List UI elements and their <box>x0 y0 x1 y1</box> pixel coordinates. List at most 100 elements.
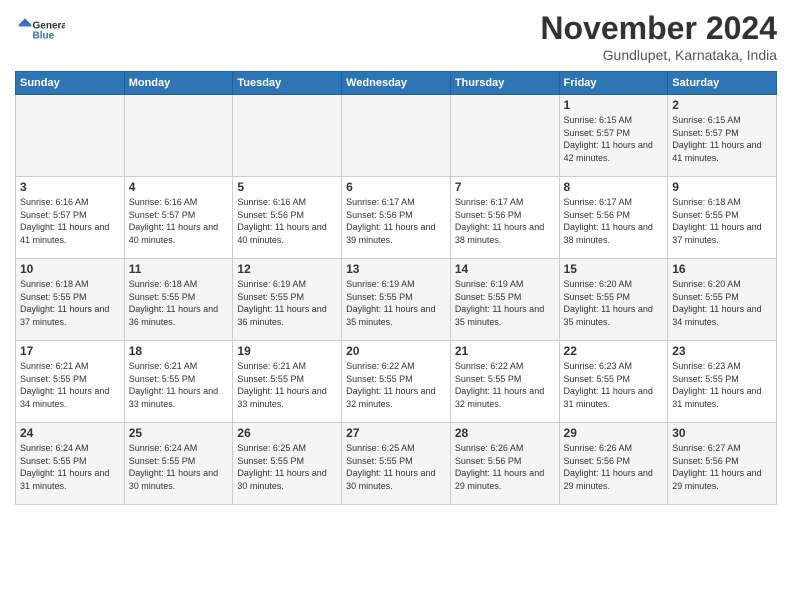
day-info: Sunrise: 6:16 AMSunset: 5:56 PMDaylight:… <box>237 196 337 246</box>
weekday-header: Sunday <box>16 72 125 95</box>
calendar-day-cell: 26Sunrise: 6:25 AMSunset: 5:55 PMDayligh… <box>233 423 342 505</box>
calendar-table: SundayMondayTuesdayWednesdayThursdayFrid… <box>15 71 777 505</box>
calendar-day-cell <box>16 95 125 177</box>
day-info: Sunrise: 6:18 AMSunset: 5:55 PMDaylight:… <box>672 196 772 246</box>
calendar-day-cell: 18 Sunrise: 6:21 AMSunset: 5:55 PMDayligh… <box>124 341 233 423</box>
day-number: 27 <box>346 426 446 440</box>
day-number: 5 <box>237 180 337 194</box>
calendar-day-cell: 8 Sunrise: 6:17 AMSunset: 5:56 PMDaylight… <box>559 177 668 259</box>
day-number: 2 <box>672 98 772 112</box>
weekday-header: Monday <box>124 72 233 95</box>
day-info: Sunrise: 6:23 AMSunset: 5:55 PMDaylight:… <box>672 360 772 410</box>
day-number: 28 <box>455 426 555 440</box>
day-info: Sunrise: 6:26 AMSunset: 5:56 PMDaylight:… <box>455 442 555 492</box>
calendar-day-cell: 2 Sunrise: 6:15 AMSunset: 5:57 PMDaylight… <box>668 95 777 177</box>
day-number: 22 <box>564 344 664 358</box>
day-info: Sunrise: 6:25 AMSunset: 5:55 PMDaylight:… <box>346 442 446 492</box>
calendar-day-cell: 9 Sunrise: 6:18 AMSunset: 5:55 PMDaylight… <box>668 177 777 259</box>
day-info: Sunrise: 6:27 AMSunset: 5:56 PMDaylight:… <box>672 442 772 492</box>
day-number: 16 <box>672 262 772 276</box>
day-number: 23 <box>672 344 772 358</box>
day-info: Sunrise: 6:20 AMSunset: 5:55 PMDaylight:… <box>672 278 772 328</box>
calendar-day-cell: 25 Sunrise: 6:24 AMSunset: 5:55 PMDayligh… <box>124 423 233 505</box>
day-number: 12 <box>237 262 337 276</box>
day-info: Sunrise: 6:17 AMSunset: 5:56 PMDaylight:… <box>346 196 446 246</box>
day-number: 20 <box>346 344 446 358</box>
calendar-day-cell: 12 Sunrise: 6:19 AMSunset: 5:55 PMDayligh… <box>233 259 342 341</box>
day-number: 11 <box>129 262 229 276</box>
day-info: Sunrise: 6:24 AMSunset: 5:55 PMDaylight:… <box>129 442 229 492</box>
day-number: 19 <box>237 344 337 358</box>
day-info: Sunrise: 6:19 AMSunset: 5:55 PMDaylight:… <box>237 278 337 328</box>
title-block: November 2024 Gundlupet, Karnataka, Indi… <box>540 10 777 63</box>
calendar-week-row: 24 Sunrise: 6:24 AMSunset: 5:55 PMDayligh… <box>16 423 777 505</box>
day-number: 9 <box>672 180 772 194</box>
calendar-day-cell: 16 Sunrise: 6:20 AMSunset: 5:55 PMDayligh… <box>668 259 777 341</box>
calendar-day-cell <box>233 95 342 177</box>
calendar-week-row: 17 Sunrise: 6:21 AMSunset: 5:55 PMDayligh… <box>16 341 777 423</box>
calendar-day-cell: 6 Sunrise: 6:17 AMSunset: 5:56 PMDaylight… <box>342 177 451 259</box>
calendar-day-cell: 20 Sunrise: 6:22 AMSunset: 5:55 PMDayligh… <box>342 341 451 423</box>
weekday-header: Tuesday <box>233 72 342 95</box>
day-info: Sunrise: 6:16 AMSunset: 5:57 PMDaylight:… <box>129 196 229 246</box>
calendar-day-cell: 30 Sunrise: 6:27 AMSunset: 5:56 PMDayligh… <box>668 423 777 505</box>
calendar-day-cell: 21 Sunrise: 6:22 AMSunset: 5:55 PMDayligh… <box>450 341 559 423</box>
calendar-day-cell: 13Sunrise: 6:19 AMSunset: 5:55 PMDayligh… <box>342 259 451 341</box>
location-subtitle: Gundlupet, Karnataka, India <box>540 47 777 63</box>
calendar-day-cell: 17 Sunrise: 6:21 AMSunset: 5:55 PMDayligh… <box>16 341 125 423</box>
day-number: 10 <box>20 262 120 276</box>
day-number: 25 <box>129 426 229 440</box>
day-info: Sunrise: 6:17 AMSunset: 5:56 PMDaylight:… <box>564 196 664 246</box>
day-number: 24 <box>20 426 120 440</box>
calendar-week-row: 3 Sunrise: 6:16 AMSunset: 5:57 PMDaylight… <box>16 177 777 259</box>
day-info: Sunrise: 6:18 AMSunset: 5:55 PMDaylight:… <box>129 278 229 328</box>
weekday-header: Saturday <box>668 72 777 95</box>
logo-svg: General Blue <box>15 10 65 48</box>
day-info: Sunrise: 6:25 AMSunset: 5:55 PMDaylight:… <box>237 442 337 492</box>
day-info: Sunrise: 6:23 AMSunset: 5:55 PMDaylight:… <box>564 360 664 410</box>
calendar-week-row: 1Sunrise: 6:15 AMSunset: 5:57 PMDaylight… <box>16 95 777 177</box>
calendar-day-cell: 27 Sunrise: 6:25 AMSunset: 5:55 PMDayligh… <box>342 423 451 505</box>
day-number: 7 <box>455 180 555 194</box>
logo: General Blue <box>15 10 65 48</box>
page-container: General Blue November 2024 Gundlupet, Ka… <box>0 0 792 515</box>
day-info: Sunrise: 6:22 AMSunset: 5:55 PMDaylight:… <box>455 360 555 410</box>
day-number: 18 <box>129 344 229 358</box>
svg-text:General: General <box>33 20 66 31</box>
day-number: 15 <box>564 262 664 276</box>
day-info: Sunrise: 6:18 AMSunset: 5:55 PMDaylight:… <box>20 278 120 328</box>
day-info: Sunrise: 6:21 AMSunset: 5:55 PMDaylight:… <box>129 360 229 410</box>
day-number: 8 <box>564 180 664 194</box>
day-number: 17 <box>20 344 120 358</box>
calendar-day-cell: 5 Sunrise: 6:16 AMSunset: 5:56 PMDaylight… <box>233 177 342 259</box>
day-info: Sunrise: 6:22 AMSunset: 5:55 PMDaylight:… <box>346 360 446 410</box>
svg-text:Blue: Blue <box>33 30 55 41</box>
calendar-day-cell <box>342 95 451 177</box>
day-info: Sunrise: 6:19 AMSunset: 5:55 PMDaylight:… <box>455 278 555 328</box>
day-number: 21 <box>455 344 555 358</box>
calendar-day-cell: 1Sunrise: 6:15 AMSunset: 5:57 PMDaylight… <box>559 95 668 177</box>
calendar-day-cell: 15 Sunrise: 6:20 AMSunset: 5:55 PMDayligh… <box>559 259 668 341</box>
weekday-header-row: SundayMondayTuesdayWednesdayThursdayFrid… <box>16 72 777 95</box>
day-info: Sunrise: 6:15 AMSunset: 5:57 PMDaylight:… <box>564 114 664 164</box>
calendar-day-cell: 23 Sunrise: 6:23 AMSunset: 5:55 PMDayligh… <box>668 341 777 423</box>
day-number: 3 <box>20 180 120 194</box>
calendar-day-cell: 7Sunrise: 6:17 AMSunset: 5:56 PMDaylight… <box>450 177 559 259</box>
calendar-day-cell: 19 Sunrise: 6:21 AMSunset: 5:55 PMDayligh… <box>233 341 342 423</box>
day-number: 30 <box>672 426 772 440</box>
weekday-header: Wednesday <box>342 72 451 95</box>
day-info: Sunrise: 6:21 AMSunset: 5:55 PMDaylight:… <box>237 360 337 410</box>
calendar-day-cell: 11 Sunrise: 6:18 AMSunset: 5:55 PMDayligh… <box>124 259 233 341</box>
day-info: Sunrise: 6:19 AMSunset: 5:55 PMDaylight:… <box>346 278 446 328</box>
calendar-day-cell: 14Sunrise: 6:19 AMSunset: 5:55 PMDayligh… <box>450 259 559 341</box>
calendar-day-cell: 22 Sunrise: 6:23 AMSunset: 5:55 PMDayligh… <box>559 341 668 423</box>
day-info: Sunrise: 6:20 AMSunset: 5:55 PMDaylight:… <box>564 278 664 328</box>
day-info: Sunrise: 6:21 AMSunset: 5:55 PMDaylight:… <box>20 360 120 410</box>
day-info: Sunrise: 6:15 AMSunset: 5:57 PMDaylight:… <box>672 114 772 164</box>
month-title: November 2024 <box>540 10 777 47</box>
calendar-week-row: 10 Sunrise: 6:18 AMSunset: 5:55 PMDayligh… <box>16 259 777 341</box>
day-number: 6 <box>346 180 446 194</box>
day-info: Sunrise: 6:16 AMSunset: 5:57 PMDaylight:… <box>20 196 120 246</box>
calendar-day-cell <box>124 95 233 177</box>
calendar-day-cell <box>450 95 559 177</box>
